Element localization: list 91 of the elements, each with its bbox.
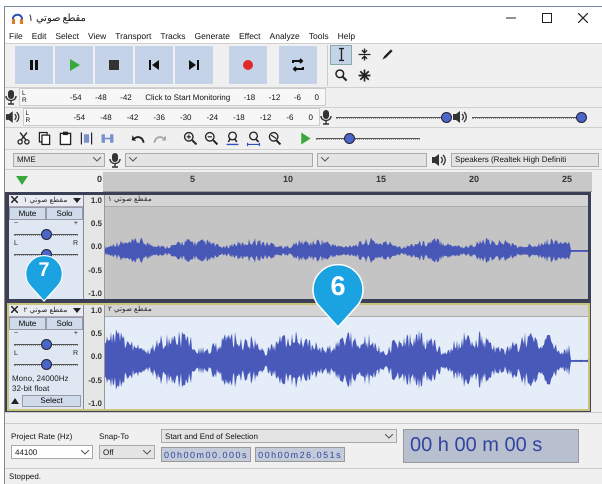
envelope-tool-icon <box>356 46 372 64</box>
snap-to-dropdown[interactable]: Off <box>99 445 155 460</box>
meter-tick-label: -12 <box>268 92 280 102</box>
stop-button[interactable] <box>95 46 133 84</box>
meter-tick-label: -6 <box>286 112 294 122</box>
fit-selection-icon <box>224 130 240 147</box>
zoom-toggle-icon <box>266 130 282 147</box>
slider-thumb[interactable] <box>41 228 52 240</box>
amplitude-label: 1.0 <box>90 196 102 205</box>
slider-thumb[interactable] <box>576 112 587 124</box>
timeline-label: 0 <box>97 174 102 184</box>
zoom-in-icon <box>182 130 198 147</box>
project-rate-label: Project Rate (Hz) <box>11 432 74 442</box>
window-title: مقطع صوتي ١ <box>28 12 87 24</box>
meter-tick-label: -12 <box>260 112 272 122</box>
meter-tick-label: -54 <box>74 112 86 122</box>
record-button[interactable] <box>229 46 267 84</box>
timeline-label: 5 <box>190 174 196 184</box>
microphone-icon <box>109 152 121 168</box>
mute-button[interactable]: Mute <box>9 206 46 220</box>
menu-item[interactable]: Select <box>55 30 79 41</box>
play-speed-slider[interactable] <box>316 132 420 144</box>
meter-tick-label: -24 <box>206 112 218 122</box>
meter-tick-label: -42 <box>126 112 138 122</box>
scissors-icon <box>14 130 32 147</box>
skip-to-end-button[interactable] <box>175 46 213 84</box>
microphone-icon <box>320 109 332 126</box>
menu-item[interactable]: Tools <box>308 30 329 41</box>
meter-tick-label: -30 <box>180 112 192 122</box>
meter-tick-label: -18 <box>233 112 245 122</box>
menu-item[interactable]: Generate <box>194 30 230 41</box>
headphones-icon <box>11 12 24 24</box>
menu-item[interactable]: Analyze <box>270 30 300 41</box>
meter-tick-label: -48 <box>95 92 107 102</box>
zoom-out-icon <box>202 130 220 147</box>
asterisk-icon <box>356 67 372 84</box>
amplitude-label: -1.0 <box>88 288 102 298</box>
audio-host-dropdown[interactable]: MME <box>13 152 105 167</box>
menu-item[interactable]: Help <box>338 30 356 41</box>
pause-button[interactable] <box>15 46 53 84</box>
amplitude-label: -0.5 <box>88 266 102 275</box>
meter-tick-label: -18 <box>244 92 256 102</box>
amplitude-label: 0.5 <box>90 219 102 228</box>
monitoring-hint[interactable]: Click to Start Monitoring <box>145 92 230 102</box>
meter-tick-label: 0 <box>308 112 313 122</box>
speaker-icon <box>5 110 20 124</box>
menu-item[interactable]: Transport <box>115 30 152 41</box>
meter-tick-label: 0 <box>314 92 319 102</box>
timeline-label: 10 <box>283 174 294 184</box>
dropdown-arrow-icon[interactable] <box>73 196 81 205</box>
timeline-label: 25 <box>562 174 572 184</box>
time-display: 00 h 00 m 00 s <box>403 428 579 463</box>
solo-button[interactable]: Solo <box>46 206 83 220</box>
skip-to-start-button[interactable] <box>135 46 173 84</box>
menu-item[interactable]: Tracks <box>160 30 186 41</box>
meter-tick-label: -48 <box>100 112 112 122</box>
microphone-icon <box>5 89 17 106</box>
timeline-label: 15 <box>376 174 386 184</box>
loop-button[interactable] <box>279 46 317 84</box>
slider-thumb[interactable] <box>440 112 452 124</box>
gain-slider[interactable] <box>14 228 78 240</box>
speaker-icon <box>431 152 447 167</box>
slider-thumb[interactable] <box>344 133 356 144</box>
pin-down-icon[interactable] <box>15 173 29 188</box>
callout-marker: 7 <box>25 255 63 302</box>
selection-start-field[interactable]: 00h00m00.000s <box>161 447 252 462</box>
meter-tick-label: -36 <box>153 112 165 122</box>
meter-tick-label: -6 <box>294 92 301 102</box>
speaker-icon <box>452 110 468 124</box>
playback-device-dropdown[interactable]: Speakers (Realtek High Definiti <box>451 152 599 167</box>
menu-item[interactable]: Effect <box>238 30 261 41</box>
menu-item[interactable]: Edit <box>32 30 46 41</box>
playback-volume-slider[interactable] <box>472 111 584 124</box>
selection-mode-dropdown[interactable]: Start and End of Selection <box>161 429 397 444</box>
snap-to-label: Snap-To <box>99 432 130 442</box>
status-text: Stopped. <box>9 472 42 482</box>
menu-item[interactable]: File <box>9 30 23 41</box>
menu-item[interactable]: View <box>88 30 106 41</box>
selection-end-field[interactable]: 00h00m26.051s <box>255 447 346 462</box>
project-rate-dropdown[interactable]: 44100 <box>11 445 93 460</box>
i-beam-tool[interactable] <box>330 44 352 65</box>
meter-tick-label: -42 <box>120 92 132 102</box>
amplitude-label: 0.0 <box>90 242 102 252</box>
fit-project-icon <box>244 130 262 147</box>
close-icon[interactable] <box>578 12 588 23</box>
close-track-icon[interactable] <box>11 196 18 205</box>
meter-tick-label: -54 <box>70 92 82 102</box>
timeline-label: 20 <box>469 174 480 184</box>
maximize-icon[interactable] <box>542 12 552 23</box>
vertical-scrollbar[interactable] <box>591 192 602 412</box>
clipboard-icon <box>56 130 74 147</box>
